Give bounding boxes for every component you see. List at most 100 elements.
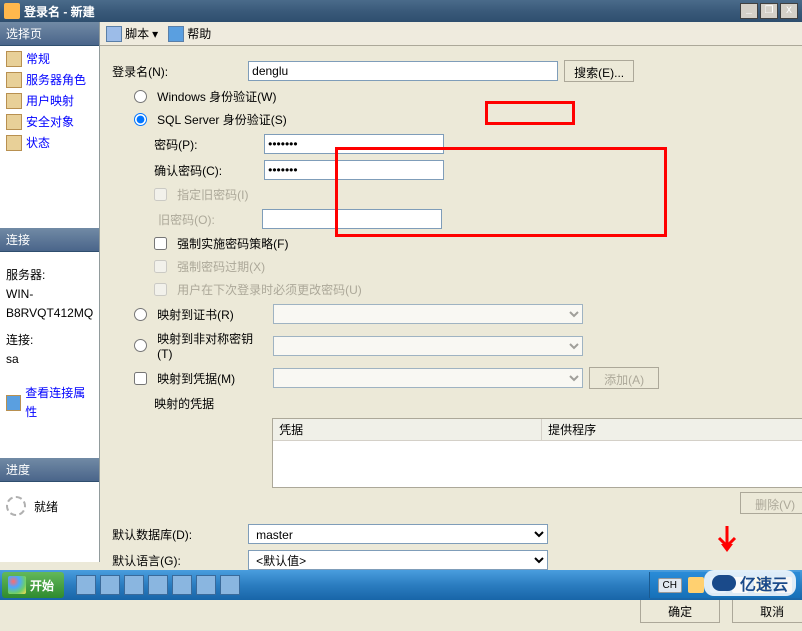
quick-launch-icon[interactable] bbox=[148, 575, 168, 595]
confirm-password-input[interactable] bbox=[264, 160, 444, 180]
must-change-label: 用户在下次登录时必须更改密码(U) bbox=[177, 281, 362, 298]
sql-auth-radio[interactable] bbox=[134, 113, 147, 126]
nav-securables[interactable]: 安全对象 bbox=[2, 111, 97, 132]
nav-general[interactable]: 常规 bbox=[2, 48, 97, 69]
nav-status[interactable]: 状态 bbox=[2, 132, 97, 153]
map-asym-label: 映射到非对称密钥(T) bbox=[157, 330, 267, 361]
windows-auth-label: Windows 身份验证(W) bbox=[157, 88, 276, 105]
nav-label: 服务器角色 bbox=[26, 71, 86, 88]
cloud-icon bbox=[712, 575, 736, 591]
script-button[interactable]: 脚本 ▾ bbox=[106, 25, 158, 42]
quick-launch-icon[interactable] bbox=[124, 575, 144, 595]
default-db-label: 默认数据库(D): bbox=[112, 526, 242, 543]
credentials-grid: 凭据 提供程序 bbox=[272, 418, 802, 488]
close-button[interactable]: X bbox=[780, 3, 798, 19]
quick-launch-icon[interactable] bbox=[220, 575, 240, 595]
watermark: 亿速云 bbox=[704, 570, 796, 596]
search-button[interactable]: 搜索(E)... bbox=[564, 60, 634, 82]
script-label: 脚本 bbox=[125, 25, 149, 42]
specify-old-checkbox bbox=[154, 188, 167, 201]
nav-label: 状态 bbox=[26, 134, 50, 151]
script-icon bbox=[106, 26, 122, 42]
nav-label: 安全对象 bbox=[26, 113, 74, 130]
enforce-policy-checkbox[interactable] bbox=[154, 237, 167, 250]
default-lang-label: 默认语言(G): bbox=[112, 552, 242, 569]
view-connection-props[interactable]: 查看连接属性 bbox=[6, 384, 93, 422]
map-cert-label: 映射到证书(R) bbox=[157, 306, 267, 323]
role-icon bbox=[6, 72, 22, 88]
cancel-button[interactable]: 取消 bbox=[732, 599, 802, 623]
server-label: 服务器: bbox=[6, 266, 93, 285]
quick-launch-icon[interactable] bbox=[100, 575, 120, 595]
password-label: 密码(P): bbox=[154, 136, 258, 153]
enforce-expire-label: 强制密码过期(X) bbox=[177, 258, 265, 275]
map-cred-select bbox=[273, 368, 583, 388]
password-input[interactable] bbox=[264, 134, 444, 154]
taskbar: 开始 CH bbox=[0, 570, 802, 600]
help-button[interactable]: 帮助 bbox=[168, 25, 211, 42]
connection-section: 服务器: WIN-B8RVQT412MQ 连接: sa 查看连接属性 bbox=[0, 252, 99, 428]
cred-col-provider: 提供程序 bbox=[542, 419, 802, 440]
window-icon bbox=[4, 3, 20, 19]
server-value: WIN-B8RVQT412MQ bbox=[6, 285, 93, 323]
progress-header: 进度 bbox=[0, 458, 99, 482]
help-label: 帮助 bbox=[187, 25, 211, 42]
connection-header: 连接 bbox=[0, 228, 99, 252]
conn-label: 连接: bbox=[6, 331, 93, 350]
map-cred-label: 映射到凭据(M) bbox=[157, 370, 267, 387]
default-lang-select[interactable]: <默认值> bbox=[248, 550, 548, 570]
login-name-label: 登录名(N): bbox=[112, 63, 242, 80]
quick-launch-icon[interactable] bbox=[196, 575, 216, 595]
map-asym-select bbox=[273, 336, 583, 356]
minimize-button[interactable]: _ bbox=[740, 3, 758, 19]
titlebar: 登录名 - 新建 _ ❐ X bbox=[0, 0, 802, 22]
specify-old-label: 指定旧密码(I) bbox=[177, 186, 248, 203]
mapped-creds-label: 映射的凭据 bbox=[154, 395, 214, 412]
map-asym-radio[interactable] bbox=[134, 339, 147, 352]
watermark-text: 亿速云 bbox=[740, 571, 788, 595]
sql-auth-label: SQL Server 身份验证(S) bbox=[157, 111, 287, 128]
select-page-header: 选择页 bbox=[0, 22, 99, 46]
chevron-down-icon: ▾ bbox=[152, 27, 158, 41]
tray-icon[interactable] bbox=[688, 577, 704, 593]
left-panel: 选择页 常规 服务器角色 用户映射 安全对象 状态 连接 服务器: WIN-B8… bbox=[0, 22, 100, 562]
start-button[interactable]: 开始 bbox=[2, 572, 64, 598]
windows-auth-radio[interactable] bbox=[134, 90, 147, 103]
toolbar: 脚本 ▾ 帮助 bbox=[100, 22, 802, 46]
windows-logo-icon bbox=[8, 576, 26, 594]
default-db-select[interactable]: master bbox=[248, 524, 548, 544]
confirm-password-label: 确认密码(C): bbox=[154, 162, 258, 179]
nav-label: 用户映射 bbox=[26, 92, 74, 109]
old-password-label: 旧密码(O): bbox=[158, 211, 256, 228]
progress-status: 就绪 bbox=[34, 498, 58, 515]
enforce-policy-label: 强制实施密码策略(F) bbox=[177, 235, 288, 252]
form-area: 登录名(N): 搜索(E)... Windows 身份验证(W) SQL Ser… bbox=[100, 46, 802, 590]
status-icon bbox=[6, 135, 22, 151]
right-panel: 脚本 ▾ 帮助 登录名(N): 搜索(E)... Windows 身份验证(W) bbox=[100, 22, 802, 562]
nav-user-mapping[interactable]: 用户映射 bbox=[2, 90, 97, 111]
progress-spinner-icon bbox=[6, 496, 26, 516]
login-name-input[interactable] bbox=[248, 61, 558, 81]
maximize-button[interactable]: ❐ bbox=[760, 3, 778, 19]
cred-col-credential: 凭据 bbox=[273, 419, 542, 440]
quick-launch-icon[interactable] bbox=[76, 575, 96, 595]
properties-icon bbox=[6, 395, 21, 411]
nav-list: 常规 服务器角色 用户映射 安全对象 状态 bbox=[0, 46, 99, 155]
view-props-label: 查看连接属性 bbox=[25, 384, 93, 422]
progress-section: 就绪 bbox=[0, 482, 99, 522]
ok-button[interactable]: 确定 bbox=[640, 599, 720, 623]
map-cred-checkbox[interactable] bbox=[134, 372, 147, 385]
map-cert-select bbox=[273, 304, 583, 324]
conn-value: sa bbox=[6, 350, 93, 369]
language-indicator[interactable]: CH bbox=[658, 578, 682, 593]
delete-button: 删除(V) bbox=[740, 492, 802, 514]
window-title: 登录名 - 新建 bbox=[24, 3, 740, 20]
quick-launch-icon[interactable] bbox=[172, 575, 192, 595]
page-icon bbox=[6, 51, 22, 67]
secure-icon bbox=[6, 114, 22, 130]
help-icon bbox=[168, 26, 184, 42]
map-icon bbox=[6, 93, 22, 109]
nav-server-roles[interactable]: 服务器角色 bbox=[2, 69, 97, 90]
start-label: 开始 bbox=[30, 577, 54, 594]
map-cert-radio[interactable] bbox=[134, 308, 147, 321]
